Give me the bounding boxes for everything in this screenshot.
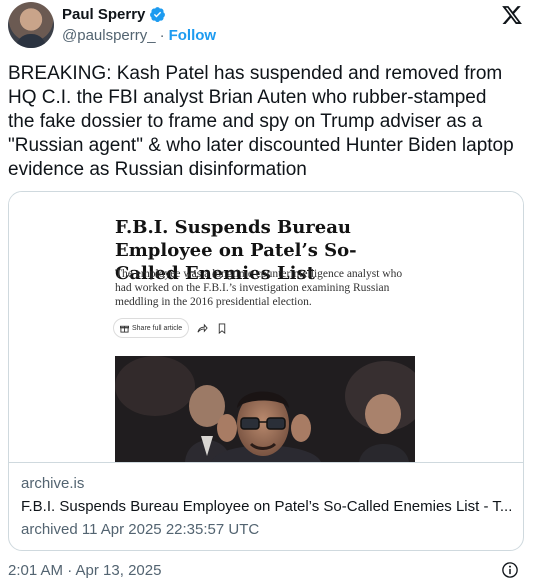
- card-image[interactable]: F.B.I. Suspends Bureau Employee on Patel…: [9, 192, 523, 462]
- bookmark-icon: [215, 321, 229, 335]
- share-full-article-button: Share full article: [113, 318, 190, 338]
- x-logo-icon[interactable]: [501, 4, 523, 26]
- tweet-timestamp[interactable]: 2:01 AM · Apr 13, 2025: [8, 562, 161, 579]
- author-handle[interactable]: @paulsperry_: [62, 27, 156, 44]
- article-summary: The employee was a longtime counterintel…: [115, 268, 403, 308]
- author-name[interactable]: Paul Sperry: [62, 6, 145, 23]
- article-photo: [115, 356, 415, 462]
- card-domain: archive.is: [21, 475, 85, 492]
- article-share-row: Share full article: [113, 318, 229, 338]
- tweet-header: Paul Sperry @paulsperry_ · Follow: [8, 2, 525, 50]
- avatar[interactable]: [8, 2, 54, 48]
- follow-button[interactable]: Follow: [169, 27, 217, 44]
- tweet-text: BREAKING: Kash Patel has suspended and r…: [8, 63, 519, 180]
- separator-dot: ·: [159, 27, 165, 44]
- verified-badge-icon: [150, 7, 166, 23]
- card-title[interactable]: F.B.I. Suspends Bureau Employee on Patel…: [21, 498, 511, 515]
- share-icon: [195, 321, 209, 335]
- info-icon[interactable]: [501, 561, 519, 579]
- card-footer[interactable]: archive.is F.B.I. Suspends Bureau Employ…: [9, 462, 523, 550]
- link-card[interactable]: F.B.I. Suspends Bureau Employee on Patel…: [8, 191, 524, 551]
- author-name-row: Paul Sperry: [62, 6, 166, 23]
- share-full-article-label: Share full article: [132, 324, 183, 332]
- card-archived-date: archived 11 Apr 2025 22:35:57 UTC: [21, 521, 260, 538]
- gift-icon: [120, 325, 129, 333]
- handle-row: @paulsperry_ · Follow: [62, 27, 216, 44]
